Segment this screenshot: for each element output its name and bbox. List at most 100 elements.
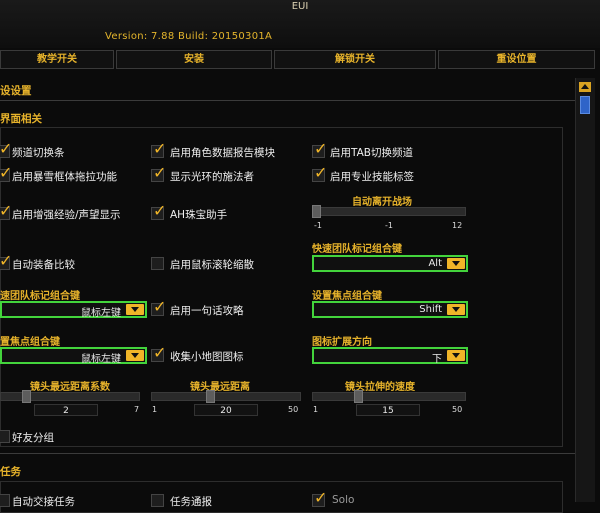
zoom-factor-slider-thumb[interactable] [22,390,32,403]
zoom-distance-slider-track[interactable] [151,392,301,401]
zoom-factor-value: 2 [34,404,98,416]
auto-compare-checkbox[interactable]: ✓ [0,253,12,270]
channel-switch-label: 频道切换条 [12,147,65,159]
zoom-speed-slider-track[interactable] [312,392,466,401]
role-report-label: 启用角色数据报告模块 [170,147,275,159]
battleground-slider-track[interactable] [312,207,466,216]
zoom-distance-label: 镜头最远距离 [190,382,250,393]
tab-channel-label: 启用TAB切换频道 [330,147,413,159]
tab-channel-checkbox[interactable]: ✓ [312,141,327,158]
check-icon: ✓ [0,139,13,158]
check-icon: ✓ [153,343,167,362]
check-icon: ✓ [0,251,13,270]
mouse-scroll-label: 启用鼠标滚轮缩散 [170,259,254,271]
zoom-factor-slider-track[interactable] [0,392,140,401]
zoom-factor-label: 镜头最远距离系数 [30,382,110,393]
icon-expand-label: 图标扩展方向 [312,337,372,348]
slider-max: 50 [288,405,299,414]
minimap-icons-label: 收集小地图图标 [170,351,244,363]
slider-min: 1 [152,405,158,414]
check-icon: ✓ [314,488,328,507]
skill-tags-checkbox[interactable]: ✓ [312,165,327,182]
chevron-down-icon [126,304,144,315]
quick-marker-left-dropdown[interactable]: 鼠标左键 [0,301,147,319]
auto-compare-label: 自动装备比较 [12,259,75,271]
section-settings-heading: 设设置 [0,85,32,97]
tutorial-toggle-button[interactable]: 教学开关 [0,50,114,69]
focus-combo-dropdown[interactable]: Shift [312,301,468,318]
window-title: EUI [291,1,309,12]
divider [0,100,575,101]
section-quest-heading: 任务 [0,466,21,478]
ah-helper-checkbox[interactable]: ✓ [151,203,166,220]
auto-quest-checkbox[interactable] [0,494,10,507]
quest-panel [0,481,563,513]
quick-marker-left-label: 速团队标记组合键 [0,291,80,302]
check-icon: ✓ [153,297,167,316]
battleground-slider-thumb[interactable] [312,205,321,218]
divider [0,453,575,454]
quick-marker-dropdown[interactable]: Alt [312,255,468,272]
focus-left-dropdown[interactable]: 鼠标左键 [0,347,147,365]
quick-marker-label: 快速团队标记组合键 [312,244,402,255]
exp-display-label: 启用增强经验/声望显示 [12,209,121,221]
quest-notice-checkbox[interactable] [151,494,164,507]
chevron-down-icon [447,304,465,315]
zoom-distance-slider-thumb[interactable] [205,390,215,403]
solo-label: Solo [332,494,355,506]
check-icon: ✓ [314,163,328,182]
scrollbar[interactable] [575,78,595,502]
zoom-distance-value: 20 [194,404,258,416]
slider-max: 7 [134,405,140,414]
show-halo-checkbox[interactable]: ✓ [151,165,166,182]
title-bar: EUI Version: 7.88 Build: 20150301A [0,0,600,48]
slider-tick: 12 [452,221,463,230]
minimap-icons-checkbox[interactable]: ✓ [151,345,166,362]
one-line-tips-checkbox[interactable]: ✓ [151,299,166,316]
skill-tags-label: 启用专业技能标签 [330,171,414,183]
version-text: Version: 7.88 Build: 20150301A [105,31,273,42]
channel-switch-checkbox[interactable]: ✓ [0,141,12,158]
storage-drag-checkbox[interactable]: ✓ [0,165,12,182]
dropdown-value: 鼠标左键 [81,308,121,319]
reset-position-button[interactable]: 重设位置 [438,50,595,69]
slider-tick: -1 [385,221,393,230]
slider-tick: -1 [314,221,322,230]
friend-groups-checkbox[interactable] [0,430,10,443]
dropdown-value: 下 [432,354,442,365]
zoom-speed-value: 15 [356,404,420,416]
chevron-down-icon [126,350,144,361]
solo-checkbox[interactable]: ✓ [312,490,327,507]
check-icon: ✓ [314,139,328,158]
focus-combo-label: 设置焦点组合键 [312,291,382,302]
chevron-down-icon [447,258,465,269]
chevron-down-icon [447,350,465,361]
battleground-label: 自动离开战场 [352,197,412,208]
check-icon: ✓ [153,201,167,220]
slider-min: 1 [313,405,319,414]
mouse-scroll-checkbox[interactable] [151,257,164,270]
dropdown-value: 鼠标左键 [81,354,121,365]
role-report-checkbox[interactable]: ✓ [151,141,166,158]
exp-display-checkbox[interactable]: ✓ [0,203,12,220]
check-icon: ✓ [0,163,13,182]
install-button[interactable]: 安装 [116,50,272,69]
focus-left-label: 置焦点组合键 [0,337,60,348]
ah-helper-label: AH珠宝助手 [170,209,228,221]
zoom-speed-slider-thumb[interactable] [354,390,364,403]
dropdown-value: Alt [428,258,442,269]
section-interface-heading: 界面相关 [0,113,42,125]
check-icon: ✓ [0,201,13,220]
show-halo-label: 显示光环的施法者 [170,171,254,183]
icon-expand-dropdown[interactable]: 下 [312,347,468,365]
check-icon: ✓ [153,163,167,182]
dropdown-value: Shift [419,304,442,315]
storage-drag-label: 启用暴雪框体拖拉功能 [12,171,117,183]
check-icon: ✓ [153,139,167,158]
friend-groups-label: 好友分组 [12,432,54,444]
scroll-up-arrow-icon[interactable] [579,82,591,92]
one-line-tips-label: 启用一句话攻略 [170,305,244,317]
slider-max: 50 [452,405,463,414]
scrollbar-thumb[interactable] [580,96,590,114]
unlock-toggle-button[interactable]: 解锁开关 [274,50,436,69]
